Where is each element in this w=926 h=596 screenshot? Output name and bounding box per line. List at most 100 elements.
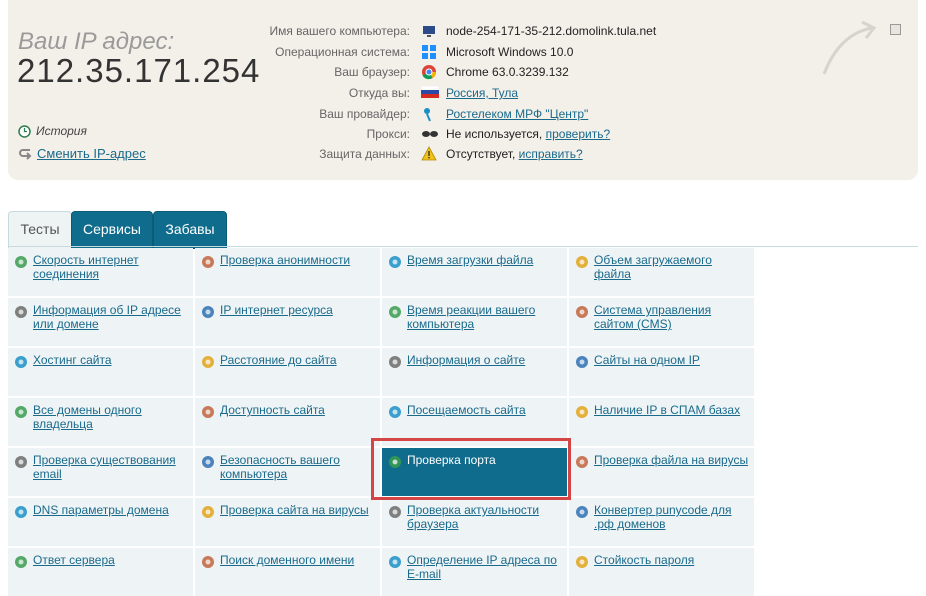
info-label: Защита данных: [319,147,410,161]
info-label: Ваш браузер: [334,65,410,79]
service-link[interactable]: Проверка анонимности [220,253,376,267]
decorative-arrow-icon [822,20,877,75]
file-size-icon [574,254,590,270]
service-link[interactable]: Все домены одного владельца [33,403,189,431]
cms-icon [574,304,590,320]
star-icon [387,404,403,420]
service-link[interactable]: Объем загружаемого файла [594,253,750,281]
service-item[interactable]: Проверка существования email [8,448,193,496]
info-value-text[interactable]: Ростелеком МРФ "Центр" [446,107,588,121]
tab-fun[interactable]: Забавы [153,211,227,249]
service-item[interactable]: Информация о сайте [382,348,567,396]
punycode-icon [574,504,590,520]
service-item[interactable]: Проверка анонимности [195,248,380,296]
info-action-link[interactable]: проверить? [546,127,611,141]
tab-services[interactable]: Сервисы [71,211,153,249]
service-link[interactable]: Информация о сайте [407,353,563,367]
info-value-text: Microsoft Windows 10.0 [446,45,574,59]
chrome-icon [421,64,437,80]
service-link[interactable]: Время загрузки файла [407,253,563,267]
info-value: Не используется, проверить? [446,127,610,141]
info-value-text: node-254-171-35-212.domolink.tula.net [446,24,657,38]
info-label: Имя вашего компьютера: [269,24,410,38]
info-label: Откуда вы: [348,86,410,100]
service-link[interactable]: Ответ сервера [33,553,189,567]
service-link[interactable]: DNS параметры домена [33,503,189,517]
service-link[interactable]: Информация об IP адресе или домене [33,303,189,331]
service-link[interactable]: Скорость интернет соединения [33,253,189,281]
service-item[interactable]: Поиск доменного имени [195,548,380,596]
highlight-frame [371,438,571,500]
service-item[interactable]: Ответ сервера [8,548,193,596]
service-item[interactable]: Наличие IP в СПАМ базах [569,398,754,446]
tab-tests[interactable]: Тесты [8,211,72,248]
russia-flag-icon [420,85,440,101]
globe-icon [200,404,216,420]
info-label: Прокси: [366,127,410,141]
service-link[interactable]: Система управления сайтом (CMS) [594,303,750,331]
virus-file-icon [574,454,590,470]
email-ip-icon [387,554,403,570]
site-virus-icon [200,504,216,520]
service-link[interactable]: Проверка сайта на вирусы [220,503,376,517]
service-link[interactable]: Безопасность вашего компьютера [220,453,376,481]
service-item[interactable]: Время реакции вашего компьютера [382,298,567,346]
service-item[interactable]: IP интернет ресурса [195,298,380,346]
service-item[interactable]: Проверка сайта на вирусы [195,498,380,546]
domain-search-icon [200,554,216,570]
service-item[interactable]: Безопасность вашего компьютера [195,448,380,496]
service-link[interactable]: Расстояние до сайта [220,353,376,367]
service-link[interactable]: Определение IP адреса по E-mail [407,553,563,581]
service-item[interactable]: Доступность сайта [195,398,380,446]
service-item[interactable]: DNS параметры домена [8,498,193,546]
info-value-text: Отсутствует, [446,147,516,161]
info-action-link[interactable]: исправить? [519,147,583,161]
service-item[interactable]: Система управления сайтом (CMS) [569,298,754,346]
service-item[interactable]: Скорость интернет соединения [8,248,193,296]
service-link[interactable]: Посещаемость сайта [407,403,563,417]
service-item[interactable]: Конвертер punycode для .рф доменов [569,498,754,546]
tab-divider [8,246,918,247]
collapse-checkbox[interactable] [890,24,901,35]
location-pin-icon [200,354,216,370]
info-value-text[interactable]: Россия, Тула [446,86,518,100]
info-value-text: Не используется, [446,127,543,141]
ip-icon [13,304,29,320]
service-link[interactable]: Поиск доменного имени [220,553,376,567]
service-item[interactable]: Стойкость пароля [569,548,754,596]
info-value: Microsoft Windows 10.0 [446,45,573,59]
ip-resource-icon [200,304,216,320]
windows-icon [421,44,437,60]
service-link[interactable]: Сайты на одном IP [594,353,750,367]
computer-icon [421,23,437,39]
service-item[interactable]: Информация об IP адресе или домене [8,298,193,346]
service-item[interactable]: Проверка актуальности браузера [382,498,567,546]
spam-icon [574,404,590,420]
service-item[interactable]: Проверка файла на вирусы [569,448,754,496]
service-link[interactable]: Хостинг сайта [33,353,189,367]
service-link[interactable]: IP интернет ресурса [220,303,376,317]
service-link[interactable]: Проверка актуальности браузера [407,503,563,531]
service-link[interactable]: Наличие IP в СПАМ базах [594,403,750,417]
info-value: node-254-171-35-212.domolink.tula.net [446,24,656,38]
info-value: Chrome 63.0.3239.132 [446,65,569,79]
service-link[interactable]: Время реакции вашего компьютера [407,303,563,331]
service-link[interactable]: Стойкость пароля [594,553,750,567]
service-link[interactable]: Проверка существования email [33,453,189,481]
service-link[interactable]: Доступность сайта [220,403,376,417]
info-document-icon [387,354,403,370]
info-value-text: Chrome 63.0.3239.132 [446,65,569,79]
password-icon [574,554,590,570]
glasses-icon [421,126,438,142]
lock-icon [200,454,216,470]
service-item[interactable]: Время загрузки файла [382,248,567,296]
service-link[interactable]: Проверка файла на вирусы [594,453,750,467]
sites-ip-icon [574,354,590,370]
service-link[interactable]: Конвертер punycode для .рф доменов [594,503,750,531]
service-item[interactable]: Объем загружаемого файла [569,248,754,296]
service-item[interactable]: Хостинг сайта [8,348,193,396]
service-item[interactable]: Сайты на одном IP [569,348,754,396]
service-item[interactable]: Определение IP адреса по E-mail [382,548,567,596]
service-item[interactable]: Расстояние до сайта [195,348,380,396]
service-item[interactable]: Все домены одного владельца [8,398,193,446]
